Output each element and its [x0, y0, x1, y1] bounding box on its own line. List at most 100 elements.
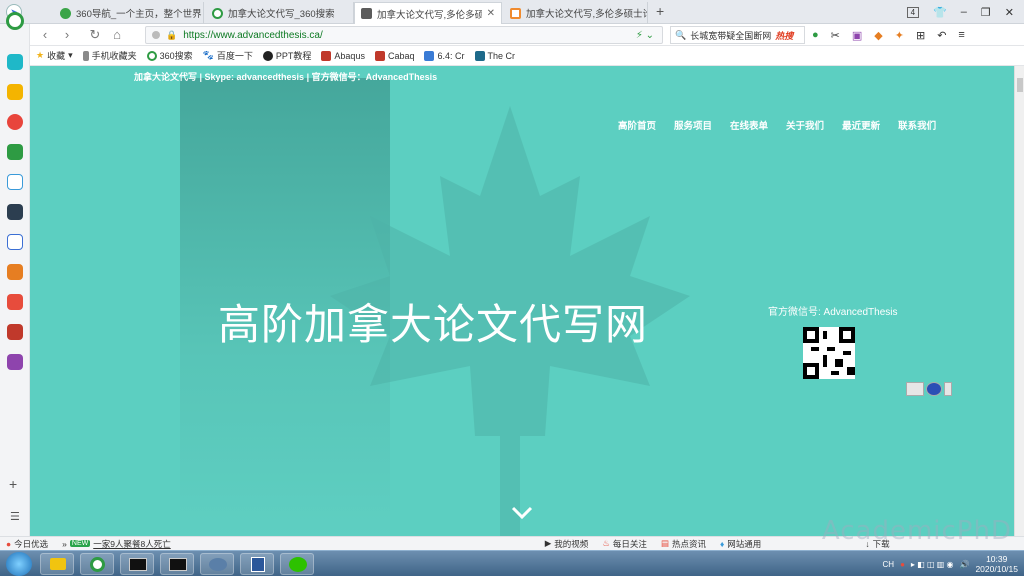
game-app-icon[interactable] [7, 354, 23, 370]
minimize-button[interactable]: – [961, 6, 967, 18]
translate-icon[interactable]: ▣ [852, 29, 862, 42]
url-text[interactable]: https://www.advancedthesis.ca/ [183, 30, 323, 41]
maximize-button[interactable]: ❐ [981, 6, 991, 19]
star-app-icon[interactable] [7, 84, 23, 100]
scissors-icon[interactable]: ✂ [831, 29, 840, 42]
page-scrollbar[interactable] [1014, 66, 1024, 536]
my-video[interactable]: ▶ 我的视频 [545, 538, 589, 550]
forward-button[interactable]: › [56, 27, 78, 42]
site-info-icon[interactable] [152, 31, 160, 39]
scrollbar-thumb[interactable] [1017, 78, 1023, 92]
speed-icon[interactable]: ⚡ ⌄ [636, 30, 654, 41]
grid-icon[interactable]: ⊞ [916, 29, 925, 42]
close-tab-icon[interactable]: ✕ [487, 8, 495, 19]
today-picks[interactable]: ● 今日优选 [6, 538, 48, 550]
tab-2[interactable]: 加拿大论文代写_360搜索 [206, 2, 354, 24]
tab-3-active[interactable]: 加拿大论文代写,多伦多硕士论文 ✕ [354, 2, 502, 24]
windows-taskbar: CH ● ▸ ◧ ◫ ▥ ◉ 🔊 10:39 2020/10/15 [0, 550, 1024, 576]
star-icon: ★ [36, 50, 45, 60]
volume-icon[interactable]: 🔊 [959, 560, 969, 569]
add-icon[interactable]: + [9, 476, 17, 492]
taskbar-browser[interactable] [80, 553, 114, 575]
shield-icon[interactable]: ◆ [874, 29, 882, 42]
taskbar-explorer[interactable] [40, 553, 74, 575]
weibo-icon[interactable] [7, 114, 23, 130]
nav-services[interactable]: 服务项目 [674, 118, 712, 132]
game-app-icon[interactable] [7, 324, 23, 340]
start-button[interactable] [6, 552, 32, 576]
fire-icon: ♨ [602, 538, 610, 548]
nav-contact[interactable]: 联系我们 [898, 118, 936, 132]
system-tray: CH ● ▸ ◧ ◫ ▥ ◉ 🔊 10:39 2020/10/15 [883, 553, 1018, 575]
tray-icons[interactable]: ▸ ◧ ◫ ▥ ◉ [911, 560, 954, 569]
chevron-down-icon: ▾ [68, 50, 73, 60]
bookmark-item[interactable]: The Cr [474, 50, 516, 61]
taskbar-cmd-2[interactable] [160, 553, 194, 575]
bookmark-item[interactable]: Abaqus [321, 50, 365, 61]
reload-button[interactable]: ↻ [84, 27, 106, 43]
undo-icon[interactable]: ↶ [937, 29, 946, 42]
news-icon: ▤ [660, 538, 669, 548]
bookmark-item[interactable]: Cabaq [374, 50, 415, 61]
tab-favicon-icon [60, 7, 71, 19]
news-ticker[interactable]: » NEW 一家9人聚餐8人死亡 [62, 538, 171, 550]
bookmark-item[interactable]: PPT教程 [262, 49, 311, 62]
chevron-down-icon[interactable] [944, 382, 952, 396]
bookmark-label: 收藏 [47, 51, 66, 61]
plus-app-icon[interactable] [7, 54, 23, 70]
bookmark-label: The Cr [487, 50, 516, 61]
menu-icon[interactable]: ≡ [958, 29, 964, 41]
nav-about[interactable]: 关于我们 [786, 118, 824, 132]
game-app-icon[interactable] [7, 264, 23, 280]
game-app-icon[interactable] [7, 204, 23, 220]
security-icon[interactable]: ● [900, 560, 905, 569]
video-app-icon[interactable] [7, 294, 23, 310]
scroll-down-chevron-icon[interactable] [510, 504, 534, 522]
clock-time: 10:39 [986, 554, 1008, 564]
bookmark-item[interactable]: 360搜索 [146, 49, 193, 62]
close-button[interactable]: ✕ [1005, 6, 1014, 19]
nav-home[interactable]: 高阶首页 [618, 118, 656, 132]
bookmark-label: Cabaq [387, 50, 415, 61]
doc-app-icon[interactable] [7, 234, 23, 250]
clock[interactable]: 10:39 2020/10/15 [975, 554, 1018, 574]
headline-text[interactable]: 一家9人聚餐8人死亡 [93, 538, 170, 550]
url-bar[interactable]: 🔒 https://www.advancedthesis.ca/ ⚡ ⌄ [145, 26, 663, 44]
mail-icon[interactable] [7, 144, 23, 160]
taskbar-cmd[interactable] [120, 553, 154, 575]
search-input[interactable]: 🔍 长城宽带疑全国断网 热搜 [670, 26, 805, 44]
tab-4[interactable]: 加拿大论文代写,多伦多硕士论文 [504, 2, 648, 24]
game-icon[interactable]: ✦ [895, 29, 904, 42]
home-button[interactable]: ⌂ [106, 27, 128, 42]
back-button[interactable]: ‹ [34, 27, 56, 42]
taskbar-network[interactable] [200, 553, 234, 575]
list-menu-icon[interactable]: ☰ [10, 510, 20, 523]
browser-e-icon[interactable] [6, 12, 24, 30]
bookmark-item[interactable]: 手机收藏夹 [82, 49, 137, 62]
bookmark-item[interactable]: 6.4: Cr [424, 50, 465, 61]
bookmark-item[interactable]: 🐾 百度一下 [203, 49, 253, 62]
taskbar-word[interactable] [240, 553, 274, 575]
tab-count-badge[interactable]: 4 [906, 6, 920, 18]
p-app-icon[interactable] [7, 174, 23, 190]
language-indicator[interactable]: CH [883, 560, 895, 569]
help-icon[interactable] [926, 382, 942, 396]
taskbar-wechat[interactable] [280, 553, 314, 575]
folder-icon [50, 558, 66, 570]
extension-icon[interactable]: ● [812, 29, 819, 41]
bookmark-label: Abaqus [334, 50, 365, 61]
skin-icon[interactable]: 👕 [933, 6, 947, 19]
nav-updates[interactable]: 最近更新 [842, 118, 880, 132]
nav-form[interactable]: 在线表单 [730, 118, 768, 132]
hot-news[interactable]: ▤ 热点资讯 [661, 538, 706, 550]
tab-1[interactable]: 360导航_一个主页，整个世界 [54, 2, 204, 24]
bookmark-favorites[interactable]: ★ 收藏 ▾ [36, 49, 73, 62]
favicon-icon [321, 50, 332, 61]
daily-focus[interactable]: ♨ 每日关注 [602, 538, 647, 550]
qr-toolbar-widget[interactable] [906, 382, 954, 398]
tab-favicon-icon [510, 7, 521, 19]
terminal-icon [169, 558, 187, 571]
print-icon[interactable] [906, 382, 924, 396]
site-general[interactable]: ♦ 网站通用 [720, 538, 761, 550]
new-tab-button[interactable]: + [656, 3, 664, 19]
